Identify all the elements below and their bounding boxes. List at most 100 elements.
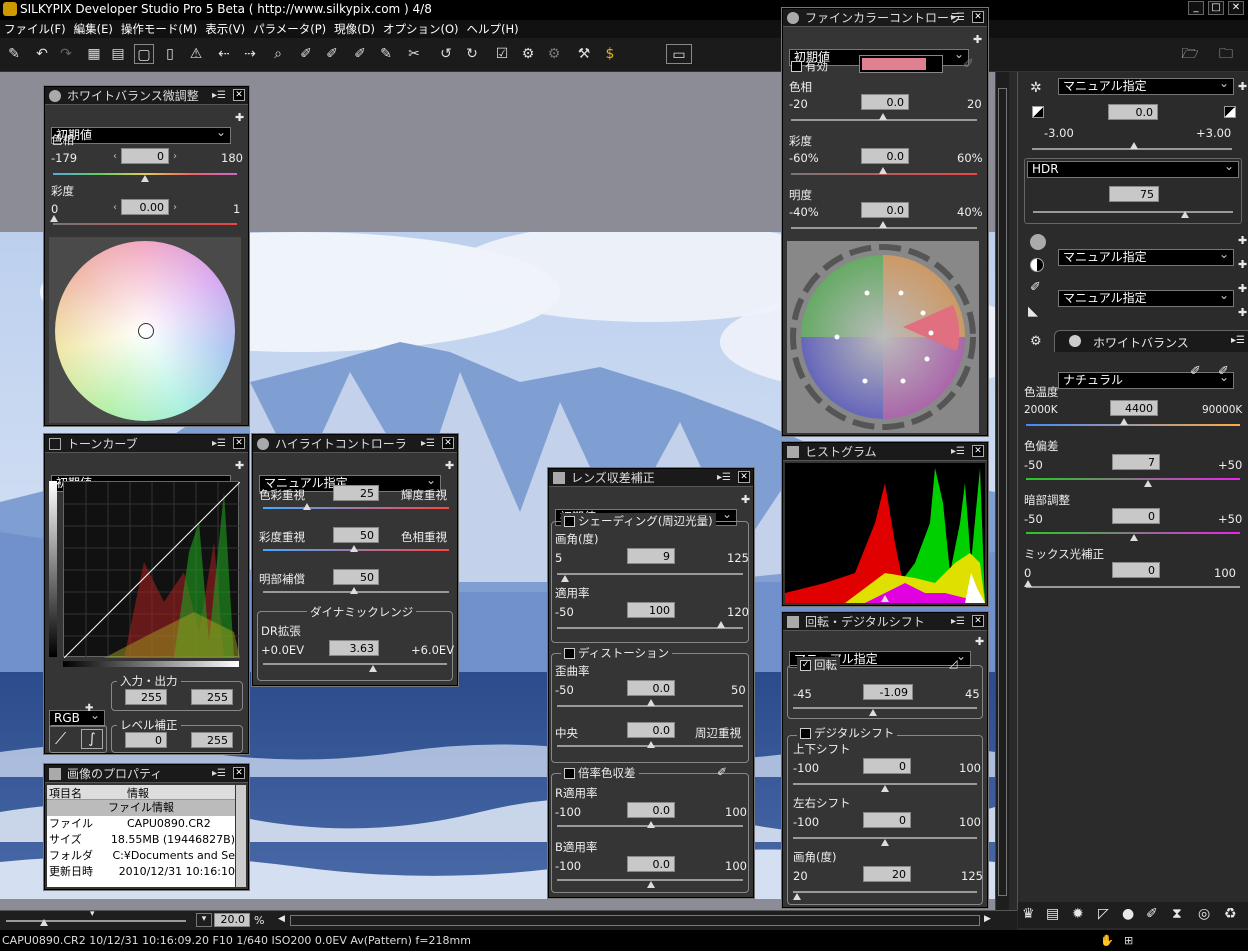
r1-knob[interactable] bbox=[303, 503, 311, 510]
hue-input[interactable]: 0.0 bbox=[861, 94, 909, 110]
rate-slider[interactable] bbox=[557, 627, 743, 629]
lr-input[interactable]: 0 bbox=[863, 812, 911, 828]
lens-icon[interactable]: ⧗ bbox=[1172, 906, 1182, 922]
shading-toggle[interactable]: シェーディング(周辺光量) bbox=[561, 513, 716, 529]
chromatic-checkbox[interactable] bbox=[564, 768, 575, 779]
r2-knob[interactable] bbox=[350, 545, 358, 552]
mix-knob[interactable] bbox=[1024, 580, 1032, 587]
lr-knob[interactable] bbox=[881, 839, 889, 846]
shading-checkbox[interactable] bbox=[564, 516, 575, 527]
add-preset-icon[interactable]: ✚ bbox=[1238, 258, 1247, 271]
r-knob[interactable] bbox=[647, 821, 655, 828]
develop-settings-icon[interactable]: ⚙ bbox=[518, 44, 538, 64]
rotate-left-icon[interactable]: ↺ bbox=[436, 44, 456, 64]
eraser-icon[interactable]: ✎ bbox=[4, 44, 24, 64]
close-icon[interactable]: ✕ bbox=[233, 89, 245, 101]
panel-menu-icon[interactable]: ▸☰ bbox=[212, 435, 226, 453]
menu-param[interactable]: パラメータ(P) bbox=[253, 22, 326, 36]
hue-input[interactable]: 0 bbox=[121, 148, 169, 164]
dark-knob[interactable] bbox=[1130, 534, 1138, 541]
wb-tab[interactable]: ホワイトバランス ▸☰ bbox=[1054, 330, 1248, 352]
sat-knob[interactable] bbox=[879, 167, 887, 174]
ang-input[interactable]: 20 bbox=[863, 866, 911, 882]
enable-toggle[interactable]: 有効 bbox=[791, 58, 828, 74]
ud-knob[interactable] bbox=[881, 785, 889, 792]
distortion-toggle[interactable]: ディストーション bbox=[561, 645, 672, 661]
curve-icon[interactable]: ◸ bbox=[1098, 906, 1109, 922]
menu-mode[interactable]: 操作モード(M) bbox=[121, 22, 197, 36]
rot-input[interactable]: -1.09 bbox=[863, 684, 913, 700]
color-select[interactable] bbox=[859, 55, 943, 73]
temp-input[interactable]: 4400 bbox=[1110, 400, 1158, 416]
close-icon[interactable]: ✕ bbox=[233, 437, 245, 449]
table-row[interactable]: フォルダ C:¥Documents and Se bbox=[47, 848, 235, 864]
brush-icon[interactable]: ✎ bbox=[376, 44, 396, 64]
tint-slider[interactable] bbox=[1026, 478, 1240, 480]
properties-scrollbar[interactable] bbox=[236, 785, 246, 887]
grid-icon[interactable]: ⊞ bbox=[1124, 930, 1133, 951]
menu-develop[interactable]: 現像(D) bbox=[334, 22, 375, 36]
spot-icon[interactable]: ✂ bbox=[404, 44, 424, 64]
vscroll-thumb[interactable] bbox=[998, 88, 1007, 896]
mix-input[interactable]: 0 bbox=[1112, 562, 1160, 578]
crosshair-icon[interactable] bbox=[138, 323, 154, 339]
r-input[interactable]: 0.0 bbox=[627, 802, 675, 818]
rotate-icon[interactable]: ◎ bbox=[1198, 906, 1210, 922]
close-button[interactable]: ✕ bbox=[1228, 1, 1244, 15]
rate-input[interactable]: 100 bbox=[627, 602, 675, 618]
undo-icon[interactable]: ↶ bbox=[32, 44, 52, 64]
output-value[interactable]: 255 bbox=[191, 689, 233, 705]
compare-view-icon[interactable]: ▯ bbox=[160, 44, 180, 64]
close-icon[interactable]: ✕ bbox=[442, 437, 454, 449]
menu-file[interactable]: ファイル(F) bbox=[4, 22, 66, 36]
angle-knob[interactable] bbox=[561, 575, 569, 582]
ang-knob[interactable] bbox=[793, 893, 801, 900]
panel-menu-icon[interactable]: ▸☰ bbox=[951, 613, 965, 631]
r1-slider[interactable] bbox=[263, 507, 449, 509]
close-icon[interactable]: ✕ bbox=[972, 11, 984, 23]
dec-arrow-icon[interactable]: ‹ bbox=[113, 151, 117, 162]
dark-input[interactable]: 0 bbox=[1112, 508, 1160, 524]
inc-arrow-icon[interactable]: › bbox=[173, 202, 177, 213]
bri-input[interactable]: 0.0 bbox=[861, 202, 909, 218]
level-low[interactable]: 0 bbox=[125, 732, 167, 748]
panel-menu-icon[interactable]: ▸☰ bbox=[212, 765, 226, 783]
ud-input[interactable]: 0 bbox=[863, 758, 911, 774]
close-icon[interactable]: ✕ bbox=[233, 767, 245, 779]
sat-knob[interactable] bbox=[50, 215, 58, 222]
add-preset-icon[interactable]: ✚ bbox=[741, 493, 750, 506]
sat-input[interactable]: 0.0 bbox=[861, 148, 909, 164]
rotate-toggle[interactable]: ✓ 回転 bbox=[797, 657, 840, 673]
exposure-mode-select[interactable]: マニュアル指定 bbox=[1058, 76, 1234, 95]
r1-input[interactable]: 25 bbox=[333, 485, 379, 501]
table-row[interactable]: 更新日時 2010/12/31 10:16:10 bbox=[47, 864, 235, 880]
contrast-select[interactable]: マニュアル指定 bbox=[1058, 247, 1234, 266]
wb-fine-icon[interactable]: ✹ bbox=[1072, 906, 1084, 922]
viewer-vscroll[interactable] bbox=[995, 72, 1009, 910]
inc-arrow-icon[interactable]: › bbox=[173, 151, 177, 162]
exposure-down-icon[interactable] bbox=[1032, 106, 1044, 118]
dr-knob[interactable] bbox=[369, 665, 377, 672]
sharpness-select[interactable]: マニュアル指定 bbox=[1058, 288, 1234, 307]
close-icon[interactable]: ✕ bbox=[972, 445, 984, 457]
rot-slider[interactable] bbox=[793, 707, 977, 709]
wb-picker-icon[interactable]: ✐ bbox=[296, 44, 316, 64]
exposure-knob[interactable] bbox=[1130, 142, 1138, 149]
spline-curve-icon[interactable]: ∫ bbox=[81, 729, 103, 749]
taste-select[interactable]: ナチュラル bbox=[1058, 370, 1234, 389]
purchase-icon[interactable]: $ bbox=[600, 44, 620, 64]
panel-menu-icon[interactable]: ▸☰ bbox=[951, 443, 965, 461]
b-knob[interactable] bbox=[647, 881, 655, 888]
gray-picker-icon[interactable]: ✐ bbox=[1218, 364, 1229, 379]
add-point-icon[interactable]: ✚ bbox=[85, 703, 93, 714]
single-view-icon[interactable]: ▢ bbox=[134, 44, 154, 64]
menu-help[interactable]: ヘルプ(H) bbox=[467, 22, 519, 36]
folder-open-icon[interactable]: 🗁 bbox=[1180, 44, 1200, 64]
mix-slider[interactable] bbox=[1026, 586, 1240, 588]
rot-knob[interactable] bbox=[869, 709, 877, 716]
tint-knob[interactable] bbox=[1144, 480, 1152, 487]
minimize-button[interactable]: _ bbox=[1188, 1, 1204, 15]
dr-slider[interactable] bbox=[263, 663, 447, 665]
input-value[interactable]: 255 bbox=[125, 689, 167, 705]
maximize-button[interactable]: □ bbox=[1208, 1, 1224, 15]
